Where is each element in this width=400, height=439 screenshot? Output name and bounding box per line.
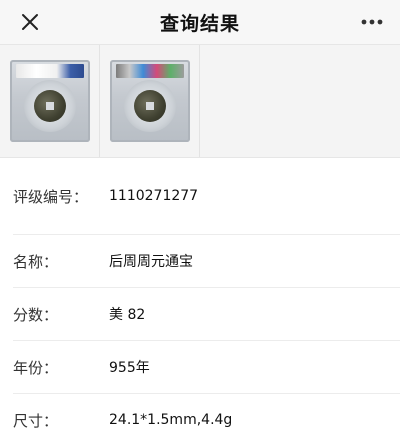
close-button[interactable] bbox=[18, 10, 42, 34]
field-name: 名称： 后周周元通宝 bbox=[13, 235, 400, 288]
slab-label bbox=[15, 64, 84, 78]
more-button[interactable] bbox=[360, 10, 384, 34]
field-year: 年份： 955年 bbox=[13, 341, 400, 394]
close-icon bbox=[22, 14, 38, 30]
field-label: 年份： bbox=[13, 358, 59, 377]
coin-photo-front[interactable] bbox=[0, 45, 100, 157]
coin-slab-image bbox=[9, 60, 90, 142]
field-size: 尺寸： 24.1*1.5mm,4.4g bbox=[13, 394, 400, 439]
field-label: 评级编号： bbox=[13, 187, 89, 206]
field-label: 尺寸： bbox=[13, 411, 59, 430]
field-grade-number: 评级编号： 1110271277 bbox=[13, 158, 400, 235]
field-value: 955年 bbox=[109, 360, 150, 376]
field-label: 名称： bbox=[13, 252, 59, 271]
field-value: 24.1*1.5mm,4.4g bbox=[109, 412, 233, 428]
result-list: 评级编号： 1110271277 名称： 后周周元通宝 分数： 美 82 年份：… bbox=[0, 158, 400, 439]
field-value: 美 82 bbox=[109, 307, 146, 323]
coin-hole bbox=[145, 102, 154, 110]
coin-hole bbox=[45, 102, 54, 110]
field-value: 1110271277 bbox=[109, 188, 199, 204]
slab-label bbox=[115, 64, 184, 78]
coin-photo-back[interactable] bbox=[100, 45, 200, 157]
coin-slab-image bbox=[109, 60, 190, 142]
page-title: 查询结果 bbox=[159, 12, 240, 35]
nav-header: 查询结果 bbox=[0, 0, 400, 44]
field-value: 后周周元通宝 bbox=[109, 254, 193, 270]
photo-strip bbox=[0, 44, 400, 158]
more-horizontal-icon bbox=[361, 19, 383, 25]
field-score: 分数： 美 82 bbox=[13, 288, 400, 341]
field-label: 分数： bbox=[13, 305, 59, 324]
